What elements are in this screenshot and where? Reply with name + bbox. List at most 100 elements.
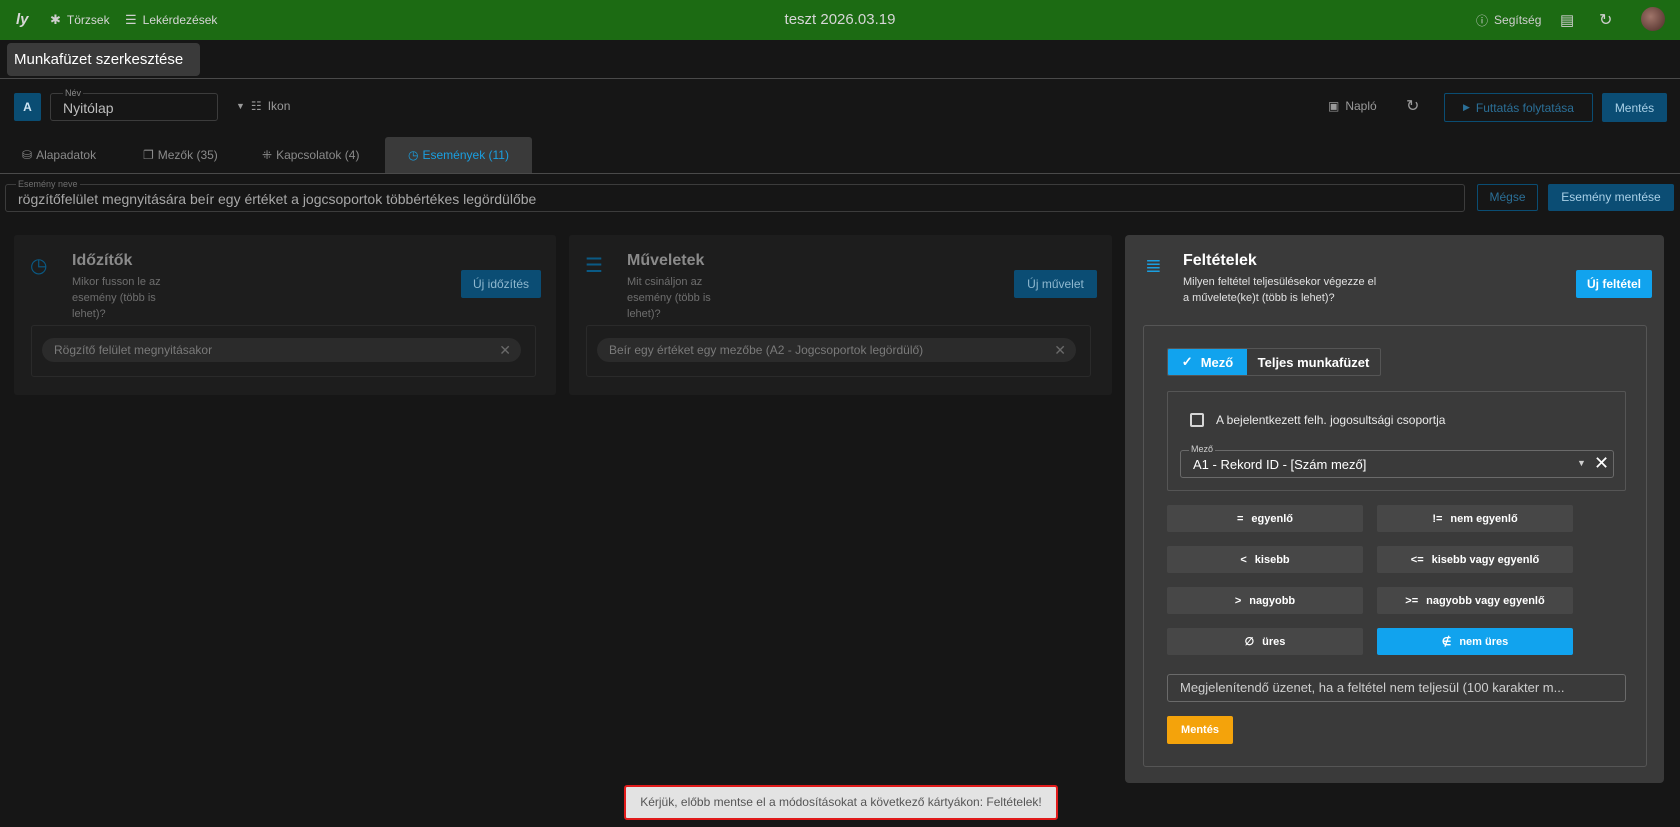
divider [0,78,1680,79]
new-timer-button[interactable]: Új időzítés [461,270,541,298]
reload-icon[interactable]: ↻ [1599,0,1612,40]
operator-not-empty[interactable]: ∉ nem üres [1377,628,1573,655]
action-chip[interactable]: Beír egy értéket egy mezőbe (A2 - Jogcso… [597,338,1076,362]
help-label: Segítség [1494,13,1542,27]
app-logo-icon[interactable]: ly [16,11,34,29]
timer-chip[interactable]: Rögzítő felület megnyitásakor ✕ [42,338,521,362]
name-input-value: Nyitólap [63,100,114,116]
run-continue-button[interactable]: ▶ Futtatás folytatása [1444,93,1593,122]
operator-not-equal[interactable]: != nem egyenlő [1377,505,1573,532]
operator-label: kisebb [1254,553,1290,566]
nav-lekerdezesek-label: Lekérdezések [142,13,218,27]
field-select[interactable]: Mező A1 - Rekord ID - [Szám mező] ▼ ✕ [1180,444,1614,478]
save-button[interactable]: Mentés [1602,93,1667,122]
tab-kapcsolatok-label: Kapcsolatok (4) [276,148,360,162]
cancel-button[interactable]: Mégse [1477,184,1538,211]
page-title: Munkafüzet szerkesztése [7,43,200,76]
tab-esemenyek[interactable]: ◷ Események (11) [385,137,532,173]
relations-icon: ⁜ [262,148,273,162]
log-link[interactable]: ▣ Napló [1328,99,1377,113]
operator-greater-equal[interactable]: >= nagyobb vagy egyenlő [1377,587,1573,614]
clear-icon[interactable]: ✕ [1594,453,1609,474]
tab-kapcsolatok[interactable]: ⁜ Kapcsolatok (4) [262,137,359,173]
actions-list: Beír egy értéket egy mezőbe (A2 - Jogcso… [586,325,1091,377]
actions-title: Műveletek [627,252,705,269]
empty-set-icon: ∅ [1244,636,1255,648]
operator-label: nem üres [1459,635,1509,648]
operator-label: nem egyenlő [1450,512,1518,525]
run-continue-label: Futtatás folytatása [1475,100,1574,115]
app-title: teszt 2026.03.19 [784,11,896,28]
scope-workbook-option[interactable]: Teljes munkafüzet [1247,349,1380,375]
save-event-button[interactable]: Esemény mentése [1548,184,1674,211]
scope-field-option[interactable]: ✓ Mező [1168,349,1247,375]
tab-alapadatok[interactable]: ⛁ Alapadatok [22,137,96,173]
caret-down-icon[interactable]: ▼ [1577,458,1586,468]
event-name-value: rögzítőfelület megnyitására beír egy ért… [18,191,537,207]
timers-list: Rögzítő felület megnyitásakor ✕ [31,325,536,377]
event-name-label: Esemény neve [16,179,80,189]
workbook-avatar[interactable]: A [14,93,41,121]
check-icon: ✓ [1181,354,1193,369]
tabs-divider [0,173,1680,174]
conditions-title: Feltételek [1183,252,1257,269]
error-toast: Kérjük, előbb mentse el a módosításokat … [624,785,1058,820]
greater-than-icon: > [1234,594,1242,607]
operator-less[interactable]: < kisebb [1167,546,1363,573]
permission-group-label: A bejelentkezett felh. jogosultsági csop… [1216,413,1446,427]
operator-label: nagyobb vagy egyenlő [1426,594,1545,607]
operator-label: nagyobb [1249,594,1296,607]
not-empty-icon: ∉ [1441,636,1452,648]
failure-message-input[interactable]: Megjelenítendő üzenet, ha a feltétel nem… [1167,674,1626,702]
not-equal-icon: != [1432,512,1443,525]
new-condition-button[interactable]: Új feltétel [1576,270,1652,298]
field-selector-box: A bejelentkezett felh. jogosultsági csop… [1167,391,1626,491]
less-than-icon: < [1240,553,1247,566]
operator-less-equal[interactable]: <= kisebb vagy egyenlő [1377,546,1573,573]
timers-title: Időzítők [72,252,133,269]
user-avatar[interactable] [1641,7,1665,31]
close-icon[interactable]: ✕ [499,338,511,362]
log-icon: ▣ [1328,99,1340,113]
nav-torzsek[interactable]: ✱ Törzsek [50,0,110,40]
nav-lekerdezesek[interactable]: ☰ Lekérdezések [125,0,217,40]
operator-label: üres [1262,635,1286,648]
close-icon[interactable]: ✕ [1054,338,1066,362]
icon-picker-label: Ikon [267,99,291,113]
operator-greater[interactable]: > nagyobb [1167,587,1363,614]
less-equal-icon: <= [1410,553,1424,566]
list-icon: ☰ [585,255,603,277]
operator-label: kisebb vagy egyenlő [1431,553,1540,566]
save-condition-button[interactable]: Mentés [1167,716,1233,744]
play-icon: ▶ [1463,102,1470,112]
database-icon: ⛁ [22,148,33,162]
tab-alapadatok-label: Alapadatok [36,148,97,162]
asterisk-icon: ✱ [50,12,61,27]
grid-icon: ☷ [250,99,262,113]
tab-mezok[interactable]: ❐ Mezők (35) [143,137,218,173]
permission-group-checkbox[interactable] [1190,413,1204,427]
document-icon: ☰ [125,12,137,27]
timer-chip-label: Rögzítő felület megnyitásakor [54,343,213,357]
greater-equal-icon: >= [1405,594,1419,607]
scope-toggle: ✓ Mező Teljes munkafüzet [1167,348,1381,376]
scope-field-label: Mező [1200,354,1234,370]
conditions-subtitle: Milyen feltétel teljesülésekor végezze e… [1183,276,1377,304]
field-select-value: A1 - Rekord ID - [Szám mező] [1193,457,1367,472]
new-action-button[interactable]: Új művelet [1014,270,1097,298]
tab-mezok-label: Mezők (35) [157,148,218,162]
refresh-icon[interactable]: ↻ [1406,96,1419,116]
operator-empty[interactable]: ∅ üres [1167,628,1363,655]
fields-icon: ❐ [143,148,154,162]
actions-card: ☰ Műveletek Mit csináljon az esemény (tö… [569,235,1112,395]
timers-subtitle: Mikor fusson le az esemény (több is lehe… [72,276,161,320]
timer-icon: ◷ [408,148,419,162]
event-name-input[interactable]: Esemény neve rögzítőfelület megnyitására… [5,179,1465,212]
name-input[interactable]: Név Nyitólap [50,88,218,121]
help-link[interactable]: ⓘ Segítség [1476,0,1541,40]
operator-equal[interactable]: = egyenlő [1167,505,1363,532]
clipboard-search-icon[interactable]: ▤ [1560,0,1574,40]
field-select-label: Mező [1189,444,1216,454]
top-bar: ly ✱ Törzsek ☰ Lekérdezések teszt 2026.0… [0,0,1680,40]
icon-picker[interactable]: ▼ ☷ Ikon [236,99,290,113]
